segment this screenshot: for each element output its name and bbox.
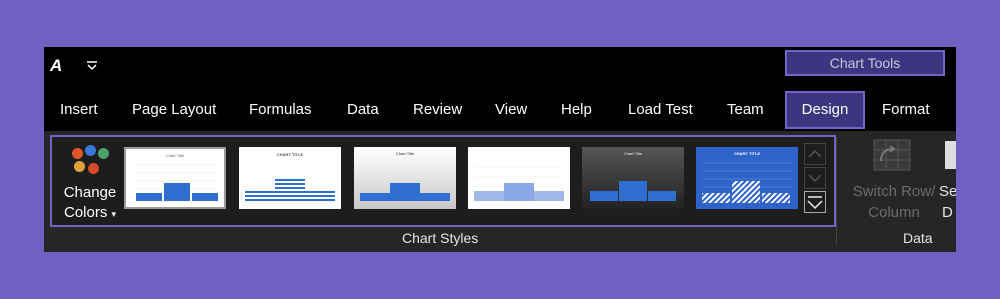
chart-style-title: Chart Title (624, 151, 643, 156)
app-logo-icon[interactable]: A (50, 57, 68, 75)
caret-down-icon: ▾ (111, 209, 117, 219)
data-group-label: Data (903, 230, 933, 246)
chart-style-2[interactable]: CHART TITLE (239, 147, 341, 209)
tab-formulas[interactable]: Formulas (249, 91, 312, 129)
chart-style-title: CHART TITLE (277, 152, 304, 157)
tab-review[interactable]: Review (413, 91, 462, 129)
app-window: A Chart Tools Insert Page Layout Formula… (44, 47, 956, 252)
chart-style-4[interactable] (468, 147, 570, 209)
more-icon[interactable] (804, 191, 826, 213)
chart-tools-label: Chart Tools (785, 50, 945, 76)
tab-design[interactable]: Design (785, 91, 865, 129)
switch-row-column-label: Switch Row/ Column (852, 183, 936, 221)
chart-style-5[interactable]: Chart Title (582, 147, 684, 209)
tab-view[interactable]: View (495, 91, 527, 129)
chart-styles-group-label: Chart Styles (402, 230, 479, 246)
change-colors-label-2: Colors ▾ (63, 204, 117, 221)
tab-page-layout[interactable]: Page Layout (132, 91, 216, 129)
chevron-up-icon[interactable] (804, 143, 826, 165)
tab-data[interactable]: Data (347, 91, 379, 129)
group-separator (836, 137, 837, 245)
select-data-icon (945, 141, 956, 169)
select-data-label: Se D (939, 183, 956, 221)
tab-format[interactable]: Format (882, 91, 930, 129)
tab-load-test[interactable]: Load Test (628, 91, 693, 129)
ribbon-tabs: Insert Page Layout Formulas Data Review … (44, 91, 956, 129)
tab-insert[interactable]: Insert (60, 91, 98, 129)
chevron-down-icon[interactable] (804, 167, 826, 189)
chart-style-6[interactable]: CHART TITLE (696, 147, 798, 209)
ribbon-body: Change Colors ▾ Chart Title CHART TITLE … (44, 131, 956, 252)
chart-style-3[interactable]: Chart Title (354, 147, 456, 209)
chart-style-title: Chart Title (166, 153, 185, 158)
caret-down-icon[interactable] (86, 59, 98, 73)
palette-icon (72, 145, 112, 179)
change-colors-button[interactable]: Change Colors ▾ (60, 143, 120, 225)
tab-help[interactable]: Help (561, 91, 592, 129)
chart-style-1[interactable]: Chart Title (124, 147, 226, 209)
tab-team[interactable]: Team (727, 91, 764, 129)
chart-style-title: Chart Title (396, 151, 415, 156)
title-bar: A Chart Tools (44, 47, 956, 87)
chart-styles-group: Change Colors ▾ Chart Title CHART TITLE … (50, 135, 836, 227)
switch-row-column-icon (873, 139, 911, 171)
change-colors-label-1: Change (63, 184, 117, 201)
chart-style-title: CHART TITLE (734, 151, 761, 156)
